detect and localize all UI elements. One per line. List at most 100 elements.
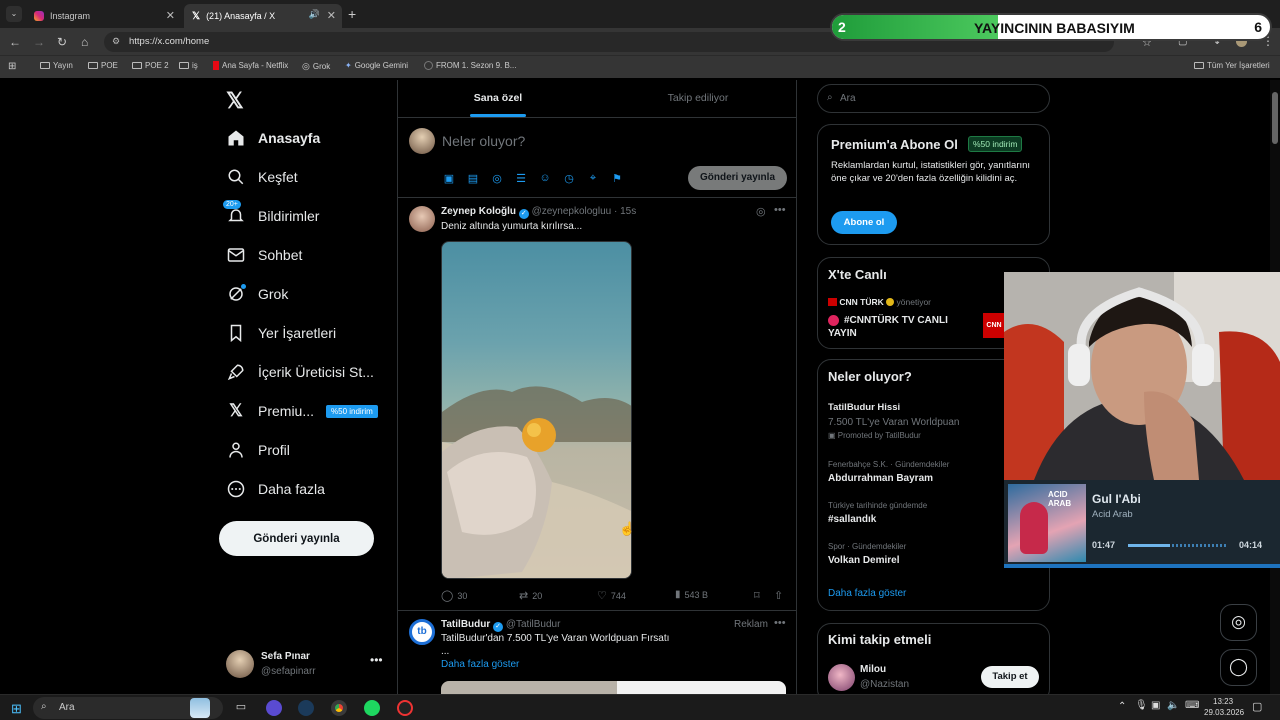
subscribe-button[interactable]: Abone ol [831, 211, 897, 234]
apps-icon[interactable]: ⊞ [8, 61, 16, 72]
suggested-user-handle[interactable]: @Nazistan [860, 679, 909, 690]
chrome-icon[interactable] [331, 700, 347, 716]
emoji-icon[interactable]: ☺ [538, 171, 552, 185]
close-icon[interactable]: ✕ [166, 9, 175, 22]
site-info-icon[interactable]: ⚙ [112, 36, 120, 47]
suggested-user-name[interactable]: Milou [860, 664, 886, 675]
back-icon[interactable]: ← [9, 35, 21, 49]
microphone-icon[interactable]: 🎙 [1135, 700, 1148, 711]
share-button[interactable]: ⇧ [774, 589, 783, 602]
nav-notifications[interactable]: 20+ Bildirimler [223, 200, 319, 226]
poll-icon[interactable]: ☰ [514, 171, 528, 185]
post-button[interactable]: Gönderi yayınla [219, 521, 374, 556]
like-button[interactable]: ♡ 744 [597, 589, 626, 602]
track-progress-bar[interactable] [1128, 544, 1228, 547]
composer-input[interactable]: Neler oluyor? [442, 133, 525, 149]
tab-following[interactable]: Takip ediliyor [598, 80, 798, 117]
live-host[interactable]: CNN TÜRK yönetiyor [828, 297, 931, 307]
trend-item[interactable]: Fenerbahçe S.K. · Gündemdekiler Abdurrah… [828, 460, 1008, 484]
grok-float-button[interactable]: ◎ [1220, 604, 1257, 641]
network-icon[interactable]: ▣ [1151, 700, 1160, 711]
nav-premium[interactable]: 𝕏 Premiu... %50 indirim [226, 401, 378, 421]
recorder-icon[interactable] [397, 700, 413, 716]
close-icon[interactable]: ✕ [327, 9, 336, 22]
post-handle[interactable]: @zeynepkologluu [532, 206, 612, 217]
bookmark-yayin[interactable]: Yayın [40, 61, 73, 70]
image-icon[interactable]: ▣ [442, 171, 456, 185]
repost-button[interactable]: ⇄ 20 [519, 589, 542, 602]
gif-icon[interactable]: ▤ [466, 171, 480, 185]
nav-chat[interactable]: Sohbet [226, 245, 302, 265]
tab-instagram[interactable]: Instagram ✕ [26, 4, 181, 28]
nav-more[interactable]: Daha fazla [226, 479, 325, 499]
clock-time[interactable]: 13:23 [1213, 697, 1233, 706]
app-icon[interactable] [266, 700, 282, 716]
steam-icon[interactable] [298, 700, 314, 716]
post-video[interactable] [441, 241, 632, 579]
reply-button[interactable]: ◯ 30 [441, 589, 467, 602]
nav-grok[interactable]: Grok [226, 284, 288, 304]
scrollbar-thumb[interactable] [1272, 92, 1278, 144]
volume-icon[interactable]: 🔈 [1167, 700, 1179, 711]
nav-profile[interactable]: Profil [226, 440, 290, 460]
bookmark-poe[interactable]: POE [88, 61, 118, 70]
avatar[interactable] [409, 206, 435, 232]
x-logo-icon[interactable]: 𝕏 [226, 88, 244, 114]
account-switcher[interactable]: Sefa Pınar @sefapinarr ••• [226, 648, 386, 680]
windows-start-icon[interactable]: ⊞ [11, 701, 22, 717]
search-input[interactable]: ⌕ Ara [817, 84, 1050, 113]
trend-item[interactable]: Spor · Gündemdekiler Volkan Demirel [828, 542, 1008, 566]
cnn-thumbnail[interactable]: CNN [983, 313, 1005, 338]
all-bookmarks[interactable]: Tüm Yer İşaretleri [1194, 61, 1270, 70]
live-stream-link[interactable]: #CNNTÜRK TV CANLI YAYIN [828, 314, 978, 340]
notification-center-icon[interactable]: ▢ [1252, 700, 1262, 713]
show-more-link[interactable]: Daha fazla göster [441, 659, 519, 670]
show-more-link[interactable]: Daha fazla göster [828, 588, 906, 599]
more-dots-icon[interactable]: ••• [774, 617, 786, 629]
tab-x-home[interactable]: 𝕏 (21) Anasayfa / X 🔊 ✕ [184, 4, 342, 28]
spotify-icon[interactable] [364, 700, 380, 716]
location-icon[interactable]: ⌖ [586, 171, 600, 185]
bookmark-netflix[interactable]: Ana Sayfa - Netflix [213, 61, 288, 70]
flag-icon[interactable]: ⚑ [610, 171, 624, 185]
avatar[interactable] [828, 664, 855, 691]
nav-creator-studio[interactable]: İçerik Üreticisi St... [226, 362, 374, 382]
post-author-name[interactable]: Zeynep Koloğlu [441, 206, 516, 217]
avatar[interactable]: tb [409, 619, 435, 645]
trend-item[interactable]: Türkiye tarihinde gündemde #sallandık [828, 501, 1008, 525]
new-tab-button[interactable]: + [348, 6, 356, 22]
taskbar-search[interactable]: ⌕ Ara [33, 697, 223, 719]
more-dots-icon[interactable]: ••• [774, 204, 786, 216]
task-view-icon[interactable]: ▭ [233, 700, 249, 716]
language-icon[interactable]: ⌨ [1185, 700, 1199, 711]
home-icon[interactable]: ⌂ [81, 35, 88, 49]
reload-icon[interactable]: ↻ [57, 35, 67, 49]
views-button[interactable]: ▮ 543 B [675, 589, 708, 600]
forward-icon[interactable]: → [33, 35, 45, 49]
tray-chevron-icon[interactable]: ⌃ [1118, 701, 1126, 712]
post-time[interactable]: · 15s [614, 206, 636, 217]
composer-post-button[interactable]: Gönderi yayınla [688, 166, 787, 190]
schedule-icon[interactable]: ◷ [562, 171, 576, 185]
grok-icon[interactable]: ◎ [490, 171, 504, 185]
grok-explain-icon[interactable]: ◎ [756, 205, 766, 218]
bookmark-grok[interactable]: ◎ Grok [302, 61, 330, 72]
bookmark-gemini[interactable]: ✦ Google Gemini [345, 61, 408, 70]
follow-button[interactable]: Takip et [981, 666, 1039, 688]
tab-for-you[interactable]: Sana özel [398, 80, 598, 117]
speaker-icon[interactable]: 🔊 [309, 9, 320, 20]
bookmark-from[interactable]: FROM 1. Sezon 9. B... [424, 61, 516, 70]
post-author-name[interactable]: TatilBudur [441, 619, 490, 630]
bookmark-is[interactable]: iş [179, 61, 198, 70]
messages-float-button[interactable]: ◯ [1220, 649, 1257, 686]
bookmark-button[interactable]: ⌑ [754, 589, 760, 602]
nav-home[interactable]: Anasayfa [226, 128, 320, 148]
post-handle[interactable]: @TatilBudur [506, 619, 561, 630]
trend-item[interactable]: TatilBudur Hissi 7.500 TL'ye Varan World… [828, 402, 1008, 440]
nav-bookmarks[interactable]: Yer İşaretleri [226, 323, 336, 343]
clock-date[interactable]: 29.03.2026 [1204, 708, 1244, 717]
tab-search-button[interactable]: ⌄ [6, 6, 22, 22]
nav-explore[interactable]: Keşfet [226, 167, 298, 187]
bookmark-poe2[interactable]: POE 2 [132, 61, 169, 70]
ad-media[interactable] [441, 681, 786, 695]
